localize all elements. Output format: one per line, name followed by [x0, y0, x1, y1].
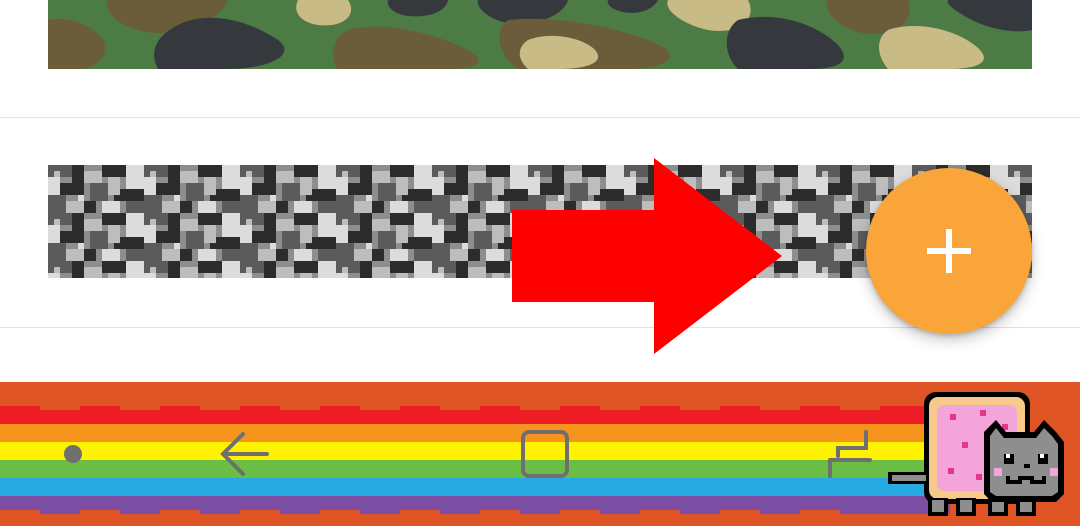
menu-dot-icon — [64, 445, 82, 463]
list-item[interactable] — [0, 0, 1080, 118]
home-icon — [521, 430, 569, 478]
navigation-bar — [0, 382, 1080, 526]
back-icon — [220, 432, 269, 476]
nav-home-button[interactable] — [505, 382, 585, 526]
nav-menu-button[interactable] — [38, 382, 108, 526]
plus-icon — [927, 229, 971, 273]
recent-apps-icon — [828, 430, 872, 478]
nav-back-button[interactable] — [205, 382, 285, 526]
add-button[interactable] — [866, 168, 1032, 334]
right-arrow-icon — [512, 158, 782, 354]
nyan-cat-icon — [888, 392, 1064, 516]
woodland-camo-swatch — [48, 0, 1032, 69]
nav-recent-apps-button[interactable] — [808, 382, 888, 526]
